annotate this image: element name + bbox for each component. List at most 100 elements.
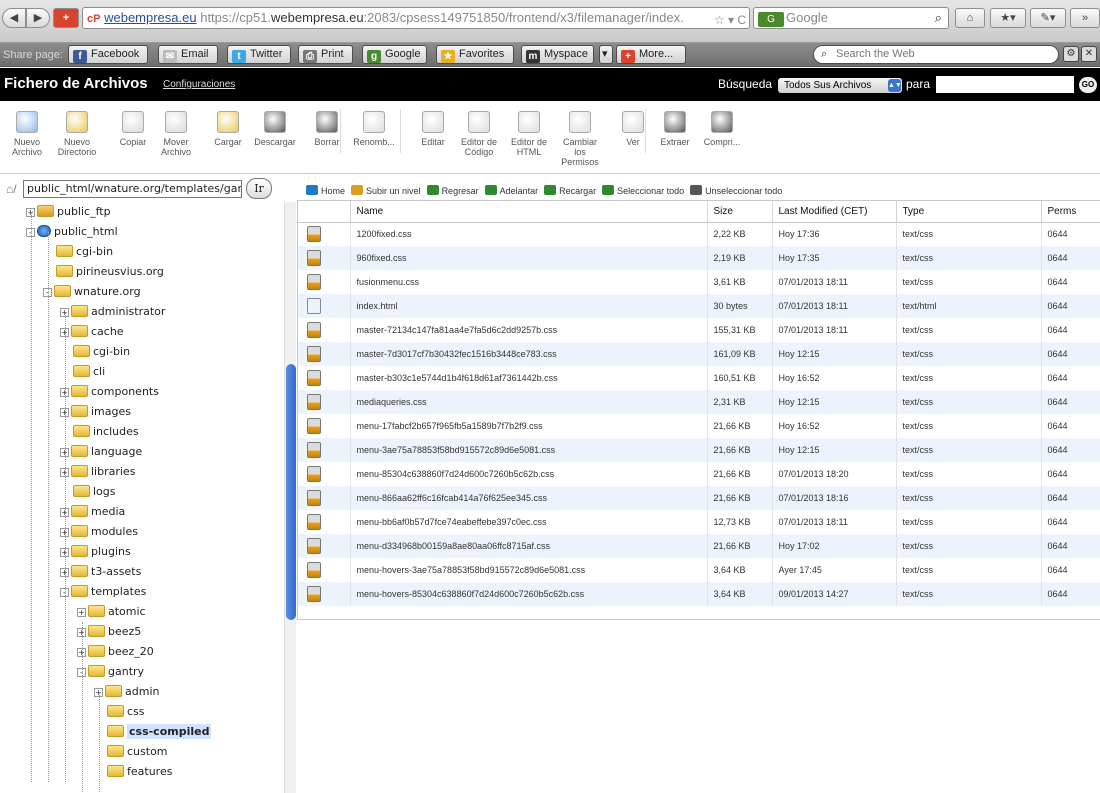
favorites-button[interactable]: ★ Favorites bbox=[436, 45, 514, 64]
table-row[interactable]: menu-3ae75a78853f58bd915572c89d6e5081.cs… bbox=[298, 438, 1100, 462]
tree-node[interactable]: + language bbox=[60, 442, 142, 462]
extract-button[interactable]: Extraer bbox=[650, 111, 700, 147]
tree-node[interactable]: + beez5 bbox=[77, 622, 141, 642]
table-row[interactable]: menu-bb6af0b57d7fce74eabeffebe397c0ec.cs… bbox=[298, 510, 1100, 534]
tree-node[interactable]: + public_ftp bbox=[26, 202, 111, 222]
new-file-button[interactable]: Nuevo Archivo bbox=[2, 111, 52, 157]
html-editor-button[interactable]: Editor de HTML bbox=[504, 111, 554, 157]
rename-button[interactable]: Renomb... bbox=[349, 111, 399, 147]
tree-node[interactable]: - gantry bbox=[77, 662, 144, 682]
table-row[interactable]: menu-866aa62ff6c16fcab414a76f625ee345.cs… bbox=[298, 486, 1100, 510]
close-icon[interactable]: ✕ bbox=[1081, 46, 1097, 62]
more-dropdown-arrow[interactable]: ▾ bbox=[599, 45, 613, 64]
go-button[interactable]: Ir bbox=[246, 178, 272, 199]
forward-button[interactable]: ▶ bbox=[26, 8, 50, 28]
site-menu-button[interactable]: + bbox=[53, 8, 79, 28]
up-level-button[interactable]: Subir un nivel bbox=[351, 182, 421, 200]
tree-node[interactable]: + components bbox=[60, 382, 159, 402]
code-editor-button[interactable]: Editor de Código bbox=[454, 111, 504, 157]
tree-node[interactable]: + beez_20 bbox=[77, 642, 154, 662]
table-row[interactable]: menu-hovers-3ae75a78853f58bd915572c89d6e… bbox=[298, 558, 1100, 582]
search-engine-box[interactable]: G Google ⌕ bbox=[753, 7, 949, 29]
tree-node[interactable]: - wnature.org bbox=[43, 282, 141, 302]
tree-node[interactable]: + admin bbox=[94, 682, 159, 702]
tree-node[interactable]: + media bbox=[60, 502, 125, 522]
column-header[interactable]: Last Modified (CET) bbox=[772, 201, 897, 223]
overflow-button[interactable]: » bbox=[1070, 8, 1100, 28]
tree-node[interactable]: custom bbox=[107, 742, 168, 762]
twitter-button[interactable]: t Twitter bbox=[227, 45, 291, 64]
tree-node[interactable]: includes bbox=[73, 422, 139, 442]
back-button[interactable]: ◀ bbox=[2, 8, 26, 28]
table-row[interactable]: mediaqueries.css 2,31 KB Hoy 12:15 text/css… bbox=[298, 390, 1100, 414]
tree-node[interactable]: css-compiled bbox=[107, 722, 212, 742]
print-button[interactable]: ⎙ Print bbox=[298, 45, 353, 64]
column-header[interactable]: Size bbox=[707, 201, 773, 223]
table-row[interactable]: menu-17fabcf2b657f965fb5a1589b7f7b2f9.cs… bbox=[298, 414, 1100, 438]
search-scope-select[interactable]: Todos Sus Archivos ▲▼ bbox=[778, 78, 902, 93]
table-row[interactable]: master-72134c147fa81aa4e7fa5d6c2dd9257b.… bbox=[298, 318, 1100, 342]
move-file-button[interactable]: Mover Archivo bbox=[151, 111, 201, 157]
tree-node[interactable]: - templates bbox=[60, 582, 146, 602]
table-row[interactable]: master-7d3017cf7b30432fec1516b3448ce783.… bbox=[298, 342, 1100, 366]
tree-node[interactable]: + administrator bbox=[60, 302, 165, 322]
table-row[interactable]: menu-d334968b00159a8ae80aa06ffc8715af.cs… bbox=[298, 534, 1100, 558]
tree-node[interactable]: cgi-bin bbox=[56, 242, 113, 262]
table-row[interactable]: index.html 30 bytes 07/01/2013 18:11 text/h… bbox=[298, 294, 1100, 318]
addon-button[interactable]: ✎▾ bbox=[1030, 8, 1066, 28]
tree-node[interactable]: features bbox=[107, 762, 172, 782]
tree-node[interactable]: pirineusvius.org bbox=[56, 262, 164, 282]
tree-node[interactable]: + atomic bbox=[77, 602, 146, 622]
bookmarks-button[interactable]: ★▾ bbox=[990, 8, 1026, 28]
table-row[interactable]: menu-85304c638860f7d24d600c7260b5c62b.cs… bbox=[298, 462, 1100, 486]
permissions-button[interactable]: Cambiar los Permisos bbox=[555, 111, 605, 167]
table-row[interactable]: 1200fixed.css 2,22 KB Hoy 17:36 text/css 064… bbox=[298, 222, 1100, 246]
more-button[interactable]: + More... bbox=[616, 45, 686, 64]
delete-button[interactable]: Borrar bbox=[302, 111, 352, 147]
compress-button[interactable]: Compri... bbox=[697, 111, 747, 147]
tree-path-input[interactable]: public_html/wnature.org/templates/gantr bbox=[23, 180, 242, 198]
tree-node[interactable]: + t3-assets bbox=[60, 562, 141, 582]
settings-gear-icon[interactable]: ⚙ bbox=[1063, 46, 1079, 62]
go-button[interactable]: GO bbox=[1079, 77, 1097, 93]
table-row[interactable]: master-b303c1e5744d1b4f618d61af7361442b.… bbox=[298, 366, 1100, 390]
web-search-input[interactable]: ⌕ Search the Web bbox=[813, 45, 1059, 64]
table-row[interactable]: 960fixed.css 2,19 KB Hoy 17:35 text/css 0644 bbox=[298, 246, 1100, 270]
new-folder-button[interactable]: Nuevo Directorio bbox=[52, 111, 102, 157]
home-folder-icon[interactable]: ⌂/ bbox=[6, 182, 17, 196]
expand-icon[interactable]: + bbox=[77, 607, 86, 617]
tree-scrollbar[interactable] bbox=[284, 202, 296, 793]
select-all-button[interactable]: Seleccionar todo bbox=[602, 182, 684, 200]
tree-node[interactable]: + plugins bbox=[60, 542, 131, 562]
tree-node[interactable]: logs bbox=[73, 482, 116, 502]
scrollbar-thumb[interactable] bbox=[286, 364, 296, 620]
tree-node[interactable]: cli bbox=[73, 362, 105, 382]
tree-node[interactable]: + libraries bbox=[60, 462, 135, 482]
home-button[interactable]: Home bbox=[306, 182, 345, 200]
table-row[interactable]: menu-hovers-85304c638860f7d24d600c7260b5… bbox=[298, 582, 1100, 606]
upload-button[interactable]: Cargar bbox=[203, 111, 253, 147]
download-button[interactable]: Descargar bbox=[250, 111, 300, 147]
tree-node[interactable]: + modules bbox=[60, 522, 138, 542]
column-header[interactable]: Name bbox=[350, 201, 708, 223]
myspace-button[interactable]: m Myspace bbox=[521, 45, 594, 64]
tree-node[interactable]: css bbox=[107, 702, 145, 722]
back-button[interactable]: Regresar bbox=[426, 182, 479, 200]
url-bar[interactable]: cP webempresa.eu https://cp51.webempresa… bbox=[82, 7, 750, 29]
column-header[interactable]: Perms bbox=[1041, 201, 1100, 223]
tree-node[interactable]: + images bbox=[60, 402, 131, 422]
unselect-all-button[interactable]: Unseleccionar todo bbox=[690, 182, 782, 200]
tree-node[interactable]: - public_html bbox=[26, 222, 118, 242]
tree-node[interactable]: + cache bbox=[60, 322, 124, 342]
search-input[interactable] bbox=[936, 76, 1074, 93]
reload-button[interactable]: Recargar bbox=[544, 182, 596, 200]
google-button[interactable]: g Google bbox=[362, 45, 427, 64]
facebook-button[interactable]: f Facebook bbox=[68, 45, 148, 64]
email-button[interactable]: ✉ Email bbox=[158, 45, 218, 64]
tree-node[interactable]: cgi-bin bbox=[73, 342, 130, 362]
url-bar-icons[interactable]: ☆ ▾ C bbox=[687, 10, 749, 27]
column-header[interactable]: Type bbox=[896, 201, 1042, 223]
settings-link[interactable]: Configuraciones bbox=[163, 79, 235, 90]
edit-button[interactable]: Editar bbox=[408, 111, 458, 147]
forward-button[interactable]: Adelantar bbox=[484, 182, 538, 200]
